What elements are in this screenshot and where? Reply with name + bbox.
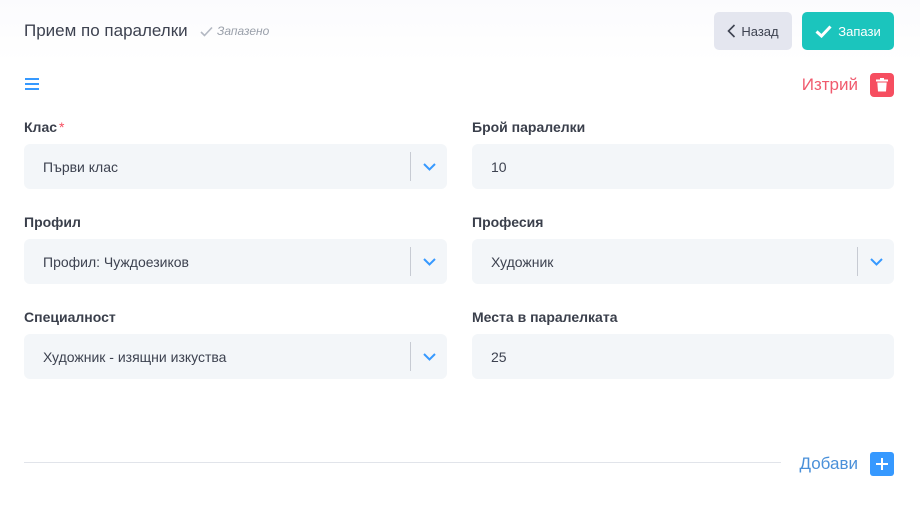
- parallels-count-value: 10: [491, 158, 507, 175]
- profession-select[interactable]: Художник: [472, 239, 894, 284]
- profile-label: Профил: [24, 214, 81, 230]
- save-button[interactable]: Запази: [802, 12, 894, 50]
- check-icon: [200, 26, 213, 37]
- chevron-left-icon: [727, 24, 736, 38]
- page-title: Прием по паралелки: [24, 21, 188, 40]
- seats-value: 25: [491, 348, 507, 365]
- profession-select-value: Художник: [491, 253, 554, 270]
- parallels-count-input[interactable]: 10: [472, 144, 894, 189]
- saved-status-text: Запазено: [217, 24, 270, 38]
- delete-action[interactable]: Изтрий: [802, 73, 894, 97]
- chevron-down-icon[interactable]: [858, 257, 894, 266]
- check-icon: [815, 24, 832, 38]
- hamburger-menu-icon[interactable]: [24, 77, 40, 91]
- chevron-down-icon[interactable]: [411, 352, 447, 361]
- delete-button[interactable]: [870, 73, 894, 97]
- profession-label: Професия: [472, 214, 544, 230]
- chevron-down-icon[interactable]: [411, 162, 447, 171]
- add-action[interactable]: Добави: [800, 452, 894, 476]
- seats-label: Места в паралелката: [472, 309, 618, 325]
- required-asterisk: *: [59, 119, 65, 135]
- specialty-select-value: Художник - изящни изкуства: [43, 348, 227, 365]
- chevron-down-icon[interactable]: [411, 257, 447, 266]
- trash-icon: [876, 78, 888, 92]
- back-button-label: Назад: [741, 23, 779, 39]
- seats-input[interactable]: 25: [472, 334, 894, 379]
- parallels-count-label: Брой паралелки: [472, 119, 586, 135]
- delete-label[interactable]: Изтрий: [802, 75, 858, 95]
- specialty-label: Специалност: [24, 309, 116, 325]
- plus-icon: [876, 458, 888, 470]
- add-button[interactable]: [870, 452, 894, 476]
- save-button-label: Запази: [838, 23, 881, 39]
- class-label: Клас *: [24, 119, 64, 135]
- divider: [24, 462, 781, 463]
- class-select[interactable]: Първи клас: [24, 144, 447, 189]
- class-select-value: Първи клас: [43, 158, 118, 175]
- back-button[interactable]: Назад: [714, 12, 792, 50]
- specialty-select[interactable]: Художник - изящни изкуства: [24, 334, 447, 379]
- profile-select-value: Профил: Чуждоезиков: [43, 253, 189, 270]
- class-label-text: Клас: [24, 119, 58, 135]
- page-header: Прием по паралелки Запазено Назад Запази: [0, 0, 920, 62]
- profile-select[interactable]: Профил: Чуждоезиков: [24, 239, 447, 284]
- saved-status: Запазено: [200, 24, 269, 38]
- add-label[interactable]: Добави: [800, 454, 859, 474]
